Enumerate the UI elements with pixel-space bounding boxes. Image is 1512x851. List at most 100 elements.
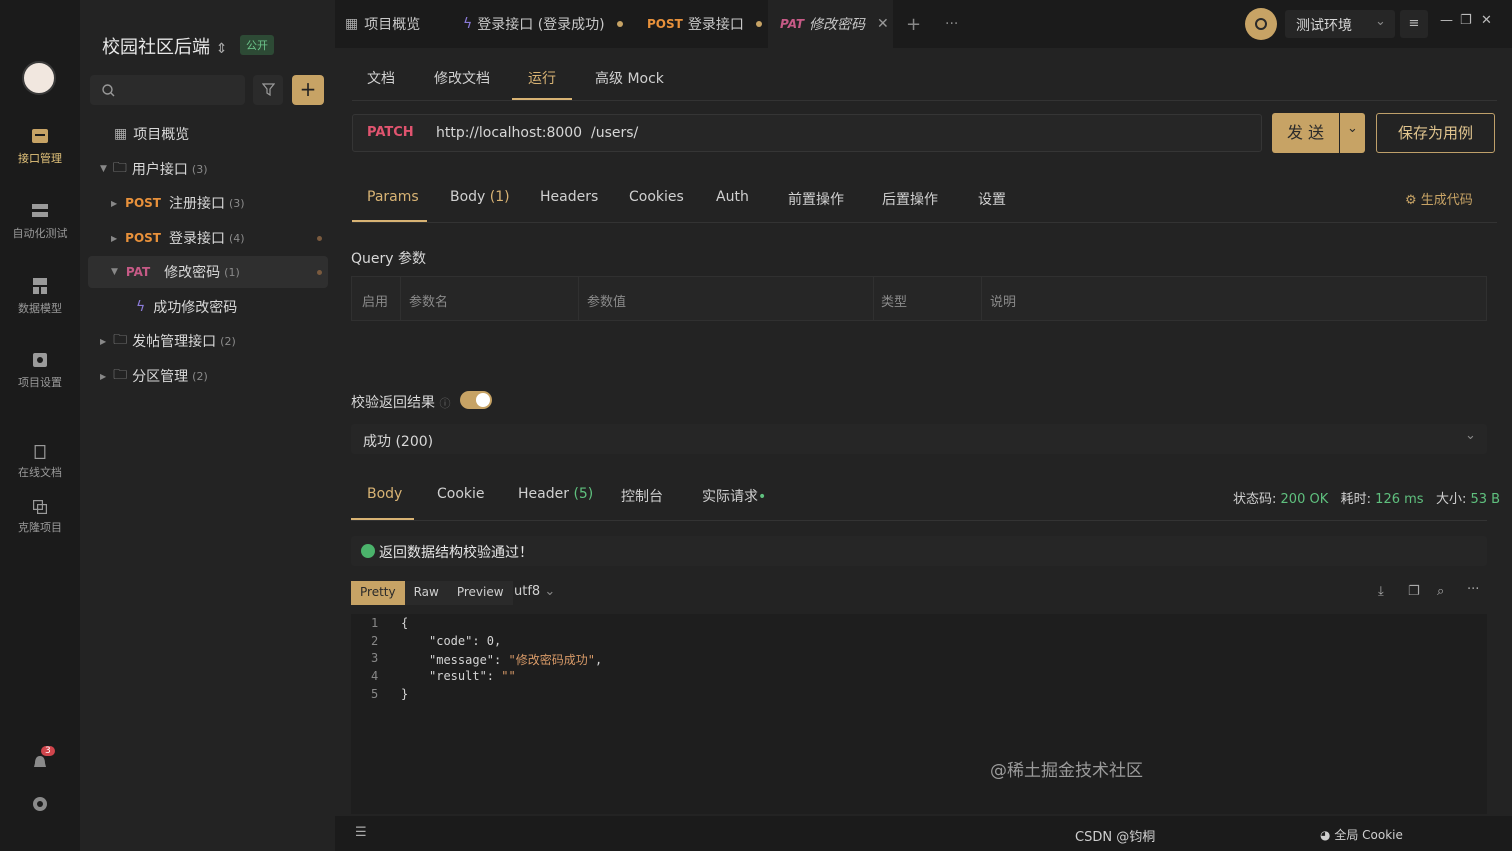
avatar[interactable]: [22, 61, 56, 95]
view-mode-switch: Pretty Raw Preview: [351, 581, 513, 605]
tree-item-change-password[interactable]: ▼ PAT 修改密码 (1): [88, 256, 328, 288]
window-close-icon[interactable]: ✕: [1481, 13, 1492, 28]
subtab-doc[interactable]: 文档: [367, 68, 395, 88]
line-number: 3: [371, 651, 379, 665]
close-icon[interactable]: ✕: [877, 16, 889, 32]
download-icon[interactable]: ⤓: [1378, 584, 1384, 599]
tree-case-success[interactable]: ϟ 成功修改密码: [88, 291, 328, 323]
left-rail: 接口管理 自动化测试 数据模型 项目设置 在线文档 克隆项目 3: [0, 0, 80, 851]
bell-icon[interactable]: 3: [31, 746, 55, 772]
view-preview[interactable]: Preview: [447, 581, 513, 605]
tab-overview[interactable]: ▦ 项目概览: [345, 0, 420, 48]
tab-label: 修改密码: [809, 17, 866, 33]
tree-folder-post-api[interactable]: ▶ 🗀 发帖管理接口 (2): [88, 325, 328, 357]
tree-item-overview[interactable]: ▦ 项目概览: [88, 118, 328, 150]
validate-toggle[interactable]: [460, 391, 492, 409]
rail-label: 接口管理: [18, 152, 62, 165]
minimize-icon[interactable]: —: [1440, 13, 1453, 28]
automation-icon: [32, 204, 48, 217]
copy-icon[interactable]: ❐: [1408, 584, 1420, 599]
tab-login-success[interactable]: ϟ 登录接口 (登录成功): [463, 0, 623, 48]
rail-item-automation[interactable]: 自动化测试: [0, 201, 80, 241]
encoding-select[interactable]: utf8 ⌄: [514, 584, 555, 599]
sidebar-toggle-icon[interactable]: ☰: [355, 825, 367, 840]
rail-item-api[interactable]: 接口管理: [0, 126, 80, 166]
code-line: "message": "修改密码成功",: [429, 653, 603, 667]
resp-tab-actual[interactable]: 实际请求•: [702, 486, 766, 506]
toggle-knob: [476, 393, 490, 407]
query-title: Query 参数: [351, 251, 426, 267]
cookie-icon: ◕: [1320, 828, 1331, 842]
rail-item-online-doc[interactable]: 在线文档: [0, 444, 80, 480]
divider: [400, 277, 401, 320]
restore-icon[interactable]: ❐: [1460, 13, 1472, 28]
tree-item-count: (3): [191, 162, 208, 176]
global-cookie-button[interactable]: ◕ 全局 Cookie: [1320, 826, 1403, 843]
tree-search-input[interactable]: [90, 75, 245, 105]
validation-message: 返回数据结构校验通过！: [379, 545, 533, 561]
main-panel: 文档 修改文档 运行 高级 Mock PATCH http://localhos…: [335, 48, 1512, 851]
resp-tab-body[interactable]: Body: [367, 486, 402, 502]
env-menu-button[interactable]: ≡: [1400, 10, 1428, 38]
send-dropdown[interactable]: ⌄: [1340, 113, 1365, 153]
tab-post-script[interactable]: 后置操作: [882, 189, 938, 209]
resp-tab-console[interactable]: 控制台: [621, 486, 663, 506]
add-button[interactable]: +: [292, 75, 324, 105]
tab-label: 登录接口 (登录成功): [477, 17, 605, 33]
tab-login[interactable]: POST 登录接口: [647, 0, 762, 48]
resp-tab-cookie[interactable]: Cookie: [437, 486, 485, 502]
send-button[interactable]: 发 送: [1272, 113, 1339, 153]
filter-button[interactable]: [253, 75, 283, 105]
tab-headers[interactable]: Headers: [540, 189, 598, 205]
tab-params[interactable]: Params: [367, 189, 419, 205]
tree-item-count: (1): [224, 265, 240, 279]
view-pretty[interactable]: Pretty: [351, 581, 405, 605]
path-input[interactable]: /users/: [591, 125, 638, 141]
more-tabs-button[interactable]: ···: [945, 0, 958, 48]
project-title[interactable]: 校园社区后端 ⇕: [102, 33, 227, 59]
check-circle-icon: [361, 544, 375, 558]
status-value: 200 OK: [1280, 492, 1329, 507]
response-body-editor[interactable]: 1 { 2 "code": 0, 3 "message": "修改密码成功", …: [351, 614, 1487, 814]
gear-icon[interactable]: [31, 795, 49, 813]
method-select[interactable]: PATCH: [367, 125, 414, 140]
more-icon[interactable]: ···: [1467, 582, 1479, 597]
subtab-mock[interactable]: 高级 Mock: [595, 68, 664, 88]
divider: [981, 277, 982, 320]
line-number: 1: [371, 616, 379, 630]
resp-tab-header[interactable]: Header (5): [518, 486, 593, 502]
tab-auth[interactable]: Auth: [716, 189, 749, 205]
generate-code-link[interactable]: ⚙ 生成代码: [1405, 189, 1473, 208]
subtab-edit-doc[interactable]: 修改文档: [434, 68, 490, 88]
tree-folder-section[interactable]: ▶ 🗀 分区管理 (2): [88, 360, 328, 392]
rail-item-data-model[interactable]: 数据模型: [0, 276, 80, 316]
rail-item-clone[interactable]: 克隆项目: [0, 499, 80, 535]
subtab-run[interactable]: 运行: [528, 68, 556, 88]
chevron-updown-icon: ⇕: [215, 41, 228, 57]
tree-item-register[interactable]: ▶ POST 注册接口 (3): [88, 187, 328, 219]
search-icon[interactable]: ⌕: [1437, 584, 1444, 599]
folder-icon: 🗀: [112, 160, 127, 176]
tab-body[interactable]: Body (1): [450, 189, 510, 205]
rail-item-project-settings[interactable]: 项目设置: [0, 350, 80, 390]
new-tab-button[interactable]: +: [906, 0, 921, 48]
tab-cookies[interactable]: Cookies: [629, 189, 684, 205]
column-header: 参数值: [587, 295, 627, 310]
save-case-button[interactable]: 保存为用例: [1376, 113, 1495, 153]
status-label: 状态码:: [1233, 492, 1277, 507]
tab-pre-script[interactable]: 前置操作: [788, 189, 844, 209]
sync-icon[interactable]: [1245, 8, 1277, 40]
view-raw[interactable]: Raw: [404, 581, 448, 605]
tree-item-label: 项目概览: [133, 127, 190, 143]
code-icon: ⚙: [1405, 193, 1417, 208]
status-select[interactable]: 成功 (200) ⌄: [351, 424, 1487, 454]
tab-label: Header: [518, 486, 569, 502]
tree-folder-user-api[interactable]: ▼ 🗀 用户接口 (3): [88, 153, 328, 185]
api-icon: [32, 129, 48, 143]
env-select[interactable]: 测试环境 ⌄: [1285, 10, 1395, 38]
tree-item-login[interactable]: ▶ POST 登录接口 (4): [88, 222, 328, 254]
lightning-icon: ϟ: [136, 299, 146, 315]
tab-settings[interactable]: 设置: [978, 189, 1006, 209]
tab-change-password[interactable]: PAT 修改密码 ✕: [768, 0, 893, 48]
tree-item-label: 成功修改密码: [153, 300, 238, 316]
